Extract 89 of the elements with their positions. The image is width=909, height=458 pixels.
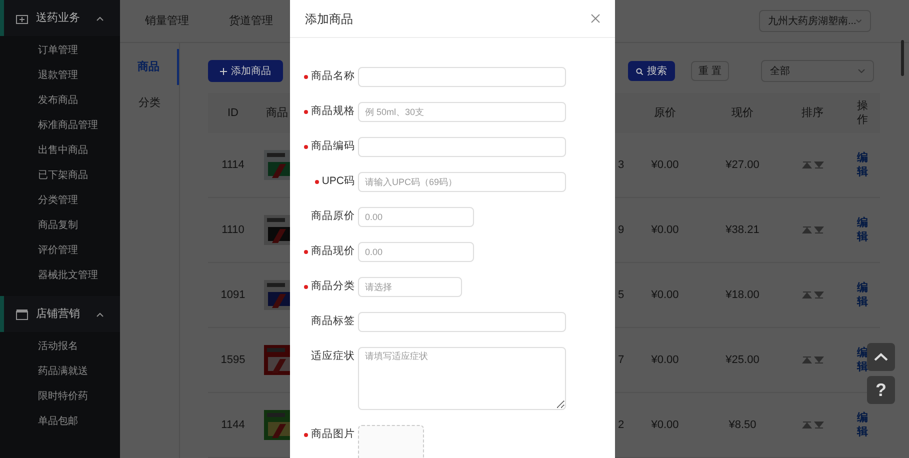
required-mark [304,145,308,149]
id-cell-text: 1110 [222,222,244,238]
price-field[interactable]: 0.00 [358,207,474,227]
required-mark [304,75,308,79]
sidebar-item[interactable]: 单品包邮 [0,409,120,434]
back-to-top-button[interactable] [867,343,895,371]
search-button[interactable]: 搜索 [628,61,675,81]
section-title: 店铺营销 [36,306,80,322]
required-mark [314,180,319,184]
column-header: 现价 [732,106,754,121]
sidebar-section-header[interactable]: 送药业务 [0,0,120,36]
table-cell-text: 2 [618,418,625,433]
text-field[interactable] [358,137,566,157]
sidebar-item[interactable]: 分类管理 [0,188,120,213]
category-select[interactable]: 请选择 [358,277,462,297]
field-label: 适应症状 [311,349,355,364]
text-field[interactable]: 例 50ml、30支 [358,102,566,122]
chevron-up-icon [874,353,888,361]
column-header: 原价 [654,106,676,121]
scrollbar-thumb[interactable] [901,40,904,76]
sidebar-item[interactable]: 出售中商品 [0,138,120,163]
required-mark [304,250,308,254]
id-cell-text: 1091 [220,288,246,303]
column-header: ID [228,106,238,121]
search-icon [636,68,643,74]
original-price-cell-text: ¥0.00 [651,418,679,433]
sidebar-section-header[interactable]: 店铺营销 [0,296,120,332]
original-price-cell-text: ¥0.00 [651,222,679,238]
price-cell-text: ¥38.21 [726,222,760,238]
field-label: 商品编码 [311,139,355,154]
add-product-button[interactable]: 添加商品 [208,60,283,82]
price-cell-text: ¥18.00 [726,288,760,303]
field-label: UPC码 [322,174,355,190]
sort-arrows-icon[interactable] [802,291,824,299]
section-title: 送药业务 [36,10,80,26]
column-header: 商品 [266,106,288,119]
id-cell-text: 1595 [220,352,246,368]
text-field[interactable]: 请输入UPC码（69码） [358,172,566,192]
sidebar-item[interactable]: 发布商品 [0,88,120,113]
field-label: 商品现价 [311,244,355,260]
field-label: 商品分类 [311,279,355,294]
original-price-cell-text: ¥0.00 [651,352,679,368]
original-price-cell-text: ¥0.00 [651,288,679,303]
sidebar-item[interactable]: 评价管理 [0,238,120,263]
sidebar-item[interactable]: 限时特价药 [0,384,120,409]
required-mark [304,285,308,289]
sidebar-item[interactable]: 已下架商品 [0,163,120,188]
chevron-down-icon [856,19,862,23]
chevron-down-icon [858,69,865,73]
text-field[interactable] [358,67,566,87]
original-price-cell-text: ¥0.00 [651,158,679,173]
help-button[interactable]: ? [867,376,895,404]
price-cell-text: ¥8.50 [728,418,756,433]
store-icon [16,308,28,320]
id-cell-text: 1114 [222,158,244,173]
table-cell-text: 5 [618,288,625,303]
id-cell-text: 1144 [221,418,245,433]
price-cell-text: ¥27.00 [726,158,760,173]
sidebar-item[interactable]: 活动报名 [0,334,120,359]
sort-arrows-icon[interactable] [802,226,824,234]
dialog-title: 添加商品 [305,10,353,28]
field-label: 商品图片 [311,427,355,442]
required-mark [304,110,308,114]
required-mark [304,433,308,437]
sort-arrows-icon[interactable] [802,356,824,364]
field-label: 商品规格 [311,104,355,120]
sidebar-item[interactable]: 器械批文管理 [0,263,120,288]
table-cell-text: 3 [618,158,625,173]
sidebar-item[interactable]: 退款管理 [0,63,120,88]
plus-icon [220,68,227,74]
medical-box-icon [16,12,28,24]
text-field[interactable] [358,312,566,332]
sort-arrows-icon[interactable] [802,421,824,429]
price-field[interactable]: 0.00 [358,242,474,262]
textarea-field[interactable]: 请填写适应症状 [358,347,566,410]
table-cell-text: 9 [618,222,625,238]
price-cell-text: ¥25.00 [726,352,760,368]
table-cell-text: 7 [618,352,625,368]
sidebar-item[interactable]: 药品满就送 [0,359,120,384]
column-header: 排序 [802,106,824,121]
field-label: 商品标签 [311,314,355,330]
sidebar-item[interactable]: 订单管理 [0,38,120,63]
field-label: 商品原价 [311,209,355,224]
column-header: 操作 [857,98,868,128]
sort-arrows-icon[interactable] [802,161,824,169]
close-icon[interactable] [591,14,600,23]
sidebar-item[interactable]: 商品复制 [0,213,120,238]
sidebar-item[interactable]: 标准商品管理 [0,113,120,138]
field-label: 商品名称 [311,69,355,84]
